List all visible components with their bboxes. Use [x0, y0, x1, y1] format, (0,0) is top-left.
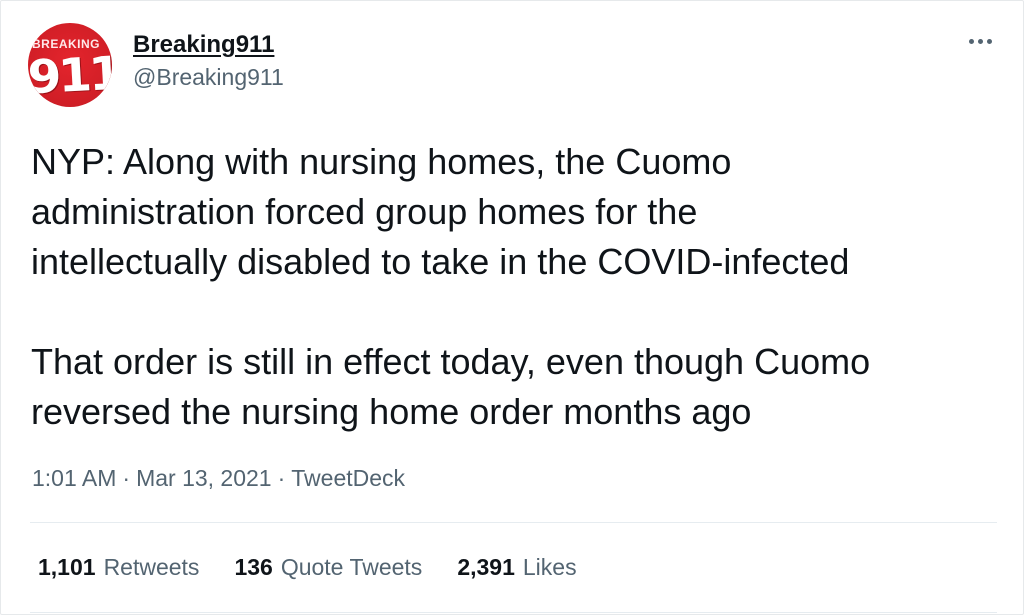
- avatar-logo-number: 911: [28, 45, 112, 105]
- more-horizontal-icon-dot: [986, 38, 992, 44]
- more-options-button[interactable]: [963, 31, 997, 51]
- likes-count: 2,391: [457, 554, 515, 580]
- likes-stat[interactable]: 2,391 Likes: [457, 554, 576, 581]
- tweet-text: NYP: Along with nursing homes, the Cuomo…: [31, 141, 871, 432]
- retweets-label: Retweets: [103, 554, 200, 580]
- more-horizontal-icon-dot: [977, 38, 983, 44]
- avatar[interactable]: BREAKING 911: [28, 23, 112, 107]
- retweets-stat[interactable]: 1,101 Retweets: [38, 554, 199, 581]
- divider: [30, 522, 997, 523]
- tweet-card: BREAKING 911 Breaking911 @Breaking911 NY…: [0, 0, 1024, 615]
- meta-separator: ·: [277, 465, 286, 491]
- author-display-name[interactable]: Breaking911: [133, 31, 274, 59]
- quote-tweets-count: 136: [234, 554, 273, 580]
- divider: [30, 612, 997, 613]
- tweet-time-link[interactable]: 1:01 AM: [32, 465, 116, 492]
- likes-label: Likes: [522, 554, 577, 580]
- quote-tweets-stat[interactable]: 136 Quote Tweets: [234, 554, 422, 581]
- tweet-source-link[interactable]: TweetDeck: [291, 465, 405, 492]
- more-horizontal-icon: [968, 38, 974, 44]
- tweet-date-link[interactable]: Mar 13, 2021: [136, 465, 272, 492]
- author-handle[interactable]: @Breaking911: [133, 64, 284, 91]
- tweet-stats: 1,101 Retweets 136 Quote Tweets 2,391 Li…: [38, 554, 612, 581]
- tweet-meta: 1:01 AM · Mar 13, 2021 · TweetDeck: [32, 465, 405, 492]
- quote-tweets-label: Quote Tweets: [280, 554, 423, 580]
- meta-separator: ·: [122, 465, 131, 491]
- retweets-count: 1,101: [38, 554, 96, 580]
